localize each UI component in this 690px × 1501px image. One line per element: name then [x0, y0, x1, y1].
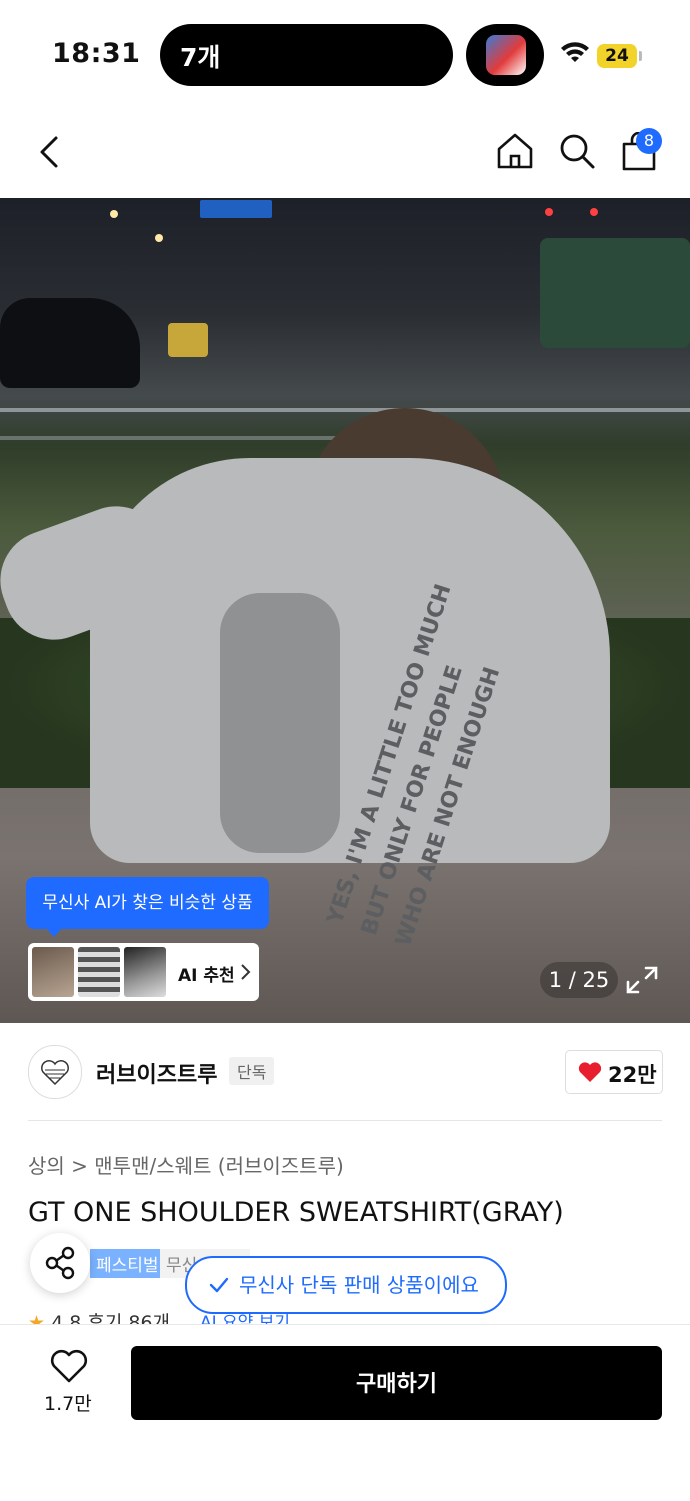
image-counter: 1 / 25: [540, 962, 618, 998]
back-arrow-icon[interactable]: [36, 134, 62, 170]
ai-recommend-label[interactable]: AI 추천: [178, 961, 235, 986]
yellow-bollard: [168, 323, 208, 357]
battery-indicator: 24: [597, 44, 637, 68]
traffic-light: [590, 208, 598, 216]
brand-like-button[interactable]: 22만: [565, 1050, 663, 1094]
wishlist-count: 1.7만: [44, 1393, 92, 1415]
island-text: 7개: [180, 43, 221, 72]
app-thumbnail: [486, 35, 526, 75]
ai-thumbnail[interactable]: [78, 947, 120, 997]
status-time: 18:31: [52, 38, 141, 69]
product-title: GT ONE SHOULDER SWEATSHIRT(GRAY): [28, 1197, 564, 1228]
ai-recommend-card[interactable]: AI 추천: [28, 943, 259, 1001]
chevron-right-icon: [241, 964, 251, 980]
road-marking: [0, 408, 690, 412]
wifi-icon: [561, 42, 589, 62]
street-sign: [200, 200, 272, 218]
street-light: [110, 210, 118, 218]
ai-similar-tooltip[interactable]: 무신사 AI가 찾은 비슷한 상품: [26, 877, 269, 929]
top-nav-bar: [0, 110, 690, 198]
share-icon: [45, 1246, 75, 1280]
gray-sweatshirt: [90, 458, 610, 863]
category-breadcrumb[interactable]: 상의 > 맨투맨/스웨트 (러브이즈트루): [28, 1150, 344, 1179]
divider: [28, 1120, 662, 1121]
wishlist-heart-icon[interactable]: [50, 1348, 88, 1384]
home-icon[interactable]: [496, 132, 534, 170]
dynamic-island: 7개: [160, 24, 453, 86]
sweater-print-graphic: [220, 593, 340, 853]
ai-thumbnail[interactable]: [32, 947, 74, 997]
heart-logo-icon: [41, 1060, 69, 1086]
exclusive-badge: 단독: [229, 1057, 275, 1085]
tooltip-arrow: [46, 928, 62, 937]
heart-filled-icon: [578, 1062, 602, 1082]
buy-button[interactable]: 구매하기: [131, 1346, 662, 1420]
brand-name[interactable]: 러브이즈트루: [96, 1057, 217, 1089]
exclusive-notice-text: 무신사 단독 판매 상품이에요: [239, 1273, 479, 1297]
status-bar: 18:31 7개 24: [0, 0, 690, 110]
dynamic-island-app: [466, 24, 544, 86]
share-button[interactable]: [30, 1233, 90, 1293]
search-icon[interactable]: [558, 132, 596, 170]
battery-tip: [639, 51, 642, 61]
cart-count-badge: 8: [636, 128, 662, 154]
parked-car: [0, 298, 140, 388]
check-icon: [209, 1277, 229, 1293]
exclusive-notice-pill: 무신사 단독 판매 상품이에요: [185, 1256, 507, 1314]
ai-thumbnail[interactable]: [124, 947, 166, 997]
bus: [540, 238, 690, 348]
traffic-light: [545, 208, 553, 216]
brand-logo[interactable]: [28, 1045, 82, 1099]
street-light: [155, 234, 163, 242]
brand-like-count: 22만: [608, 1063, 657, 1087]
expand-icon[interactable]: [620, 960, 664, 1000]
festival-tag: 페스티벌: [90, 1249, 165, 1278]
